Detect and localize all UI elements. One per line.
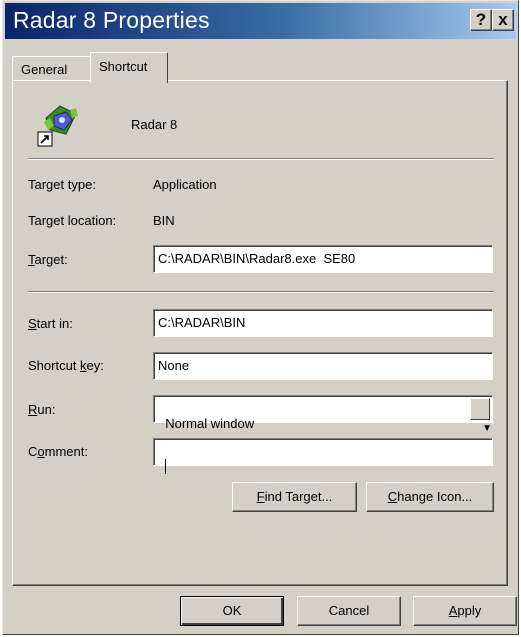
cancel-button[interactable]: Cancel <box>297 596 401 626</box>
cancel-label: Cancel <box>328 603 370 618</box>
tab-label: Shortcut <box>99 59 148 74</box>
text-caret <box>165 459 167 474</box>
start-in-accel: S <box>28 316 37 331</box>
shortcut-name: Radar 8 <box>131 117 178 132</box>
target-location-value: BIN <box>153 213 175 228</box>
change-icon-button[interactable]: Change Icon... <box>366 482 494 512</box>
run-label: Run: <box>28 402 55 417</box>
separator <box>28 291 494 293</box>
close-icon: x <box>498 10 508 29</box>
start-in-label-rest: tart in: <box>36 316 73 331</box>
chevron-down-icon: ▼ <box>482 423 493 434</box>
target-label-rest: arget: <box>34 252 68 267</box>
close-button[interactable]: x <box>492 9 514 31</box>
comment-accel: o <box>37 444 45 459</box>
target-type-label: Target type: <box>28 177 96 192</box>
comment-field[interactable] <box>153 438 493 474</box>
change-icon-accel: C <box>387 489 398 504</box>
comment-label-pre: C <box>28 444 38 459</box>
window-title: Radar 8 Properties <box>13 7 210 33</box>
target-label: Target: <box>28 252 68 267</box>
ok-label: OK <box>222 603 242 618</box>
run-select-value: Normal window <box>165 416 255 431</box>
start-in-field[interactable]: C:\RADAR\BIN <box>153 309 493 337</box>
target-field[interactable]: C:\RADAR\BIN\Radar8.exe SE80 <box>153 245 493 273</box>
start-in-label: Start in: <box>28 316 73 331</box>
shortcut-key-label: Shortcut key: <box>28 358 104 373</box>
help-icon: ? <box>475 10 487 29</box>
ok-button[interactable]: OK <box>180 596 284 626</box>
app-icon-graphic <box>44 105 78 135</box>
run-select[interactable]: Normal window ▼ <box>153 395 493 434</box>
apply-label: pply <box>457 603 482 618</box>
target-location-label: Target location: <box>28 213 117 228</box>
tab-label: General <box>21 62 68 77</box>
radar-app-icon <box>37 105 78 147</box>
shortcut-arrow-icon <box>37 131 53 147</box>
separator <box>28 158 494 160</box>
title-bar[interactable]: Radar 8 Properties ? x <box>5 3 516 39</box>
shortcut-key-field[interactable]: None <box>153 352 493 380</box>
help-button[interactable]: ? <box>470 9 492 31</box>
comment-label: Comment: <box>28 444 88 459</box>
shortcut-key-label-pre: Shortcut <box>28 358 81 373</box>
apply-button[interactable]: Apply <box>413 596 517 626</box>
find-target-button[interactable]: Find Target... <box>232 482 357 512</box>
target-type-value: Application <box>153 177 217 192</box>
run-label-rest: un: <box>37 402 56 417</box>
find-target-accel: F <box>256 489 265 504</box>
find-target-label: ind Target... <box>264 489 333 504</box>
shortcut-key-label-rest: ey: <box>86 358 104 373</box>
run-accel: R <box>28 402 38 417</box>
tab-shortcut[interactable]: Shortcut <box>90 52 168 83</box>
tab-general[interactable]: General <box>12 56 92 82</box>
dropdown-button[interactable]: ▼ <box>470 398 492 434</box>
change-icon-label: hange Icon... <box>397 489 473 504</box>
comment-label-rest: mment: <box>44 444 88 459</box>
